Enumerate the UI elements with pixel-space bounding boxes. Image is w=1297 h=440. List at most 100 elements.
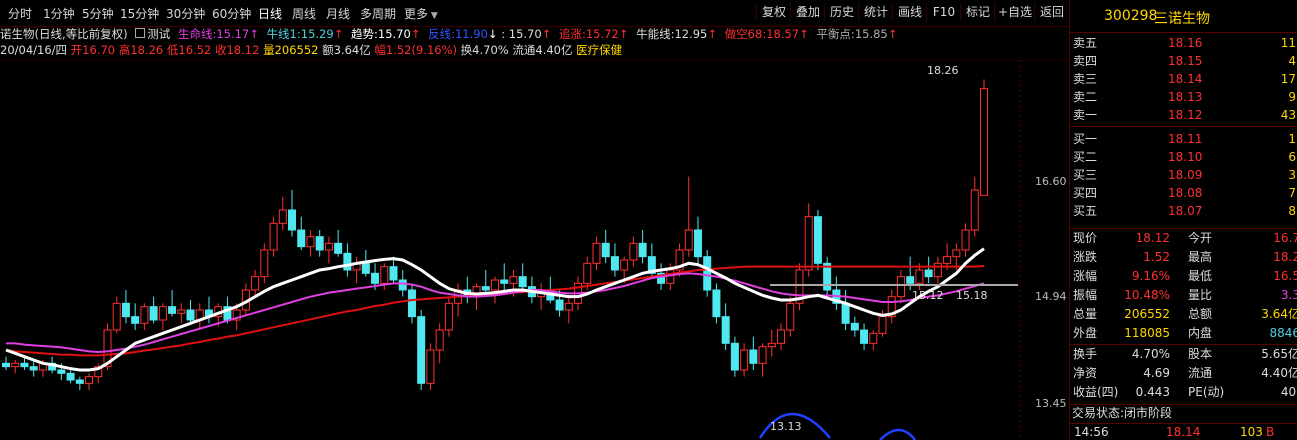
period-tab-1min[interactable]: 1分钟 [43, 6, 75, 22]
candle-body[interactable] [592, 242, 601, 264]
candle-body[interactable] [112, 302, 121, 331]
order-book-row[interactable]: 卖五 18.16 11 [1070, 34, 1297, 52]
order-book-row[interactable]: 买四 18.08 7 [1070, 184, 1297, 202]
candle-body[interactable] [334, 242, 343, 254]
order-book-row[interactable]: 卖二 18.13 9 [1070, 88, 1297, 106]
candle-body[interactable] [407, 289, 416, 318]
candle-body[interactable] [260, 249, 269, 278]
order-book-row[interactable]: 卖三 18.14 17 [1070, 70, 1297, 88]
period-tab-5min[interactable]: 5分钟 [82, 6, 114, 22]
candle-body[interactable] [924, 269, 933, 278]
mark-button[interactable]: 标记 [960, 3, 995, 21]
candle-body[interactable] [933, 262, 942, 278]
f10-button[interactable]: F10 [926, 3, 961, 21]
candle-body[interactable] [601, 242, 610, 258]
order-book-row[interactable]: 买三 18.09 3 [1070, 166, 1297, 184]
period-tab-more[interactable]: 更多 ▼ [404, 6, 438, 22]
candle-body[interactable] [297, 229, 306, 248]
candle-body[interactable] [131, 316, 140, 324]
candlestick-chart[interactable] [0, 60, 1068, 440]
candle-body[interactable] [380, 266, 389, 284]
candle-body[interactable] [481, 286, 490, 291]
candle-body[interactable] [306, 236, 315, 248]
candle-body[interactable] [813, 216, 822, 264]
candle-body[interactable] [158, 306, 167, 321]
candle-body[interactable] [906, 276, 915, 284]
period-tab-30min[interactable]: 30分钟 [166, 6, 205, 22]
candle-body[interactable] [66, 372, 75, 381]
candle-body[interactable] [583, 262, 592, 284]
candle-body[interactable] [343, 252, 352, 271]
candle-body[interactable] [961, 229, 970, 251]
period-tab-60min[interactable]: 60分钟 [212, 6, 251, 22]
candle-body[interactable] [712, 289, 721, 318]
candle-body[interactable] [315, 236, 324, 251]
candle-body[interactable] [638, 242, 647, 258]
history-button[interactable]: 历史 [824, 3, 859, 21]
candle-body[interactable] [980, 88, 988, 196]
order-book-row[interactable]: 买二 18.10 6 [1070, 148, 1297, 166]
candle-body[interactable] [518, 276, 527, 288]
candle-body[interactable] [970, 189, 979, 231]
order-book-row[interactable]: 买一 18.11 1 [1070, 130, 1297, 148]
candle-body[interactable] [140, 306, 149, 324]
period-tab-15min[interactable]: 15分钟 [120, 6, 159, 22]
candle-body[interactable] [629, 242, 638, 261]
back-button[interactable]: 返回 [1034, 3, 1069, 21]
candle-body[interactable] [389, 266, 398, 281]
candle-body[interactable] [398, 279, 407, 291]
candle-body[interactable] [269, 222, 278, 251]
candle-body[interactable] [721, 316, 730, 344]
candle-body[interactable] [896, 276, 905, 298]
order-book-row[interactable]: 卖一 18.12 43 [1070, 106, 1297, 124]
candle-body[interactable] [29, 366, 38, 371]
candle-body[interactable] [251, 276, 260, 291]
candle-body[interactable] [620, 259, 629, 271]
candle-body[interactable] [777, 329, 786, 344]
period-tab-weekly[interactable]: 周线 [292, 6, 316, 22]
candle-body[interactable] [684, 229, 693, 251]
candle-body[interactable] [444, 302, 453, 331]
candle-body[interactable] [20, 362, 29, 368]
period-tab-daily[interactable]: 日线 [258, 6, 282, 22]
candle-body[interactable] [168, 306, 177, 314]
checkbox-icon[interactable] [135, 28, 146, 38]
candle-body[interactable] [878, 316, 887, 334]
candle-body[interactable] [786, 302, 795, 331]
candle-body[interactable] [555, 299, 564, 311]
candle-body[interactable] [943, 256, 952, 264]
candle-body[interactable] [11, 362, 20, 368]
candle-body[interactable] [915, 269, 924, 284]
candle-body[interactable] [740, 349, 749, 371]
candle-body[interactable] [417, 316, 426, 384]
candle-body[interactable] [869, 332, 878, 344]
candle-body[interactable] [491, 279, 499, 291]
candle-body[interactable] [850, 322, 859, 331]
candle-body[interactable] [509, 276, 518, 284]
period-tab-timeshare[interactable]: 分时 [8, 6, 32, 22]
period-tab-multi[interactable]: 多周期 [360, 6, 396, 22]
stats-button[interactable]: 统计 [858, 3, 893, 21]
candle-body[interactable] [804, 216, 813, 271]
add-watchlist-button[interactable]: +自选 [994, 3, 1035, 21]
candle-body[interactable] [703, 256, 712, 291]
candle-body[interactable] [75, 379, 84, 384]
adjust-button[interactable]: 复权 [756, 3, 791, 21]
candle-body[interactable] [324, 242, 333, 251]
candle-body[interactable] [177, 309, 186, 314]
candle-body[interactable] [435, 329, 444, 351]
candle-body[interactable] [749, 349, 758, 364]
candle-body[interactable] [767, 342, 776, 348]
period-tab-monthly[interactable]: 月线 [326, 6, 350, 22]
candle-body[interactable] [361, 262, 370, 274]
candle-body[interactable] [371, 272, 380, 284]
candle-body[interactable] [288, 209, 297, 231]
order-book-row[interactable]: 卖四 18.15 4 [1070, 52, 1297, 70]
candle-body[interactable] [500, 279, 509, 284]
candle-body[interactable] [564, 302, 573, 311]
candle-body[interactable] [952, 249, 961, 258]
candle-body[interactable] [186, 309, 195, 321]
candle-body[interactable] [841, 302, 850, 324]
candle-body[interactable] [57, 369, 66, 374]
candle-body[interactable] [2, 362, 10, 368]
